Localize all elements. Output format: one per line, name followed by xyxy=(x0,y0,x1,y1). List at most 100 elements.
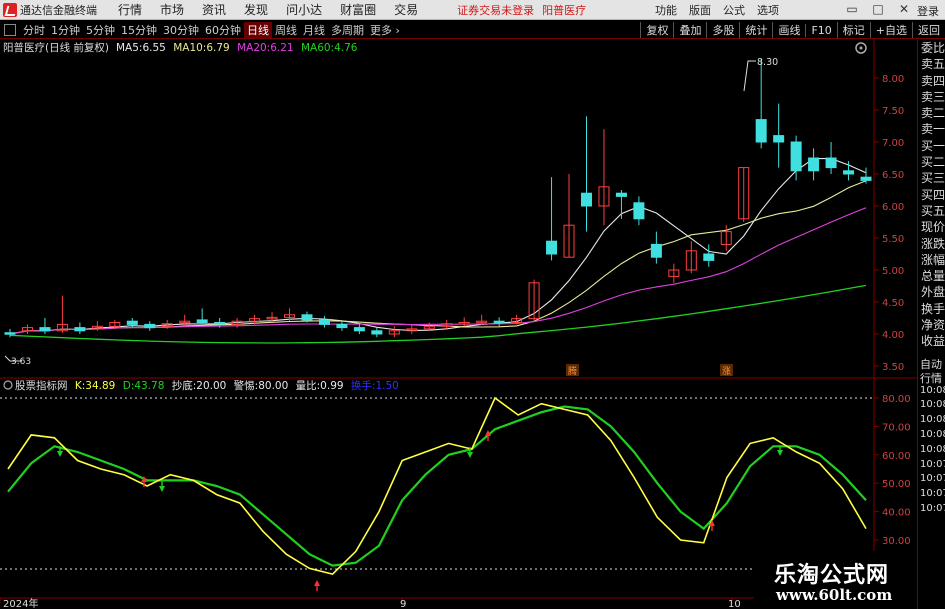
candle-body xyxy=(318,319,330,325)
kd-lines xyxy=(7,396,867,575)
ma10-value: 6.79 xyxy=(206,42,229,54)
ma5-label: MA5: xyxy=(116,42,142,54)
y-tick-label: 6.00 xyxy=(882,202,904,213)
side-panel-item: 买二 xyxy=(921,155,945,170)
period-timeshare[interactable]: 分时 xyxy=(20,22,48,38)
period-5min[interactable]: 5分钟 xyxy=(83,22,118,38)
warn-value: 80.00 xyxy=(258,380,288,392)
menu-bar: 通达信金融终端 行情 市场 资讯 发现 问小达 财富圈 交易 证券交易未登录 阳… xyxy=(0,0,945,20)
candle-body xyxy=(580,192,592,207)
y-tick-label: 5.50 xyxy=(882,234,904,245)
layout-icon[interactable] xyxy=(4,23,16,36)
candle-body xyxy=(493,320,505,324)
side-panel-item: 卖四 xyxy=(921,73,945,88)
candle-body xyxy=(301,314,313,321)
side-panel-item: 买五 xyxy=(921,203,945,218)
trade-status[interactable]: 证券交易未登录 xyxy=(457,2,534,18)
menu-item-market[interactable]: 市场 xyxy=(151,1,193,18)
d-value: 43.78 xyxy=(134,380,164,392)
indicator-y-tick-label: 70.00 xyxy=(882,422,911,433)
tool-multi-stock[interactable]: 多股 xyxy=(706,22,739,38)
tool-add-watchlist[interactable]: +自选 xyxy=(869,22,912,38)
tool-back[interactable]: 返回 xyxy=(912,22,945,38)
side-panel-item: 涨幅 xyxy=(921,252,945,267)
indicator-header: 股票指标网 K:34.89 D:43.78 抄底:20.00 警惕:80.00 … xyxy=(3,379,399,392)
candle-body xyxy=(843,170,855,175)
tool-statistics[interactable]: 统计 xyxy=(739,22,772,38)
tool-mark[interactable]: 标记 xyxy=(836,22,870,38)
side-panel-item: 现价 xyxy=(921,220,945,235)
side-panel-item: 卖二 xyxy=(921,106,945,121)
chart-area[interactable]: 阳普医疗(日线 前复权) MA5:6.55 MA10:6.79 MA20:6.2… xyxy=(0,39,917,609)
time-axis: 2024年 9 10 xyxy=(0,597,741,609)
tool-adjust[interactable]: 复权 xyxy=(640,22,673,38)
candle-body xyxy=(790,141,802,172)
maximize-icon[interactable]: □ xyxy=(871,2,885,16)
period-weekly[interactable]: 周线 xyxy=(272,22,300,38)
sell-arrow-icon xyxy=(467,452,473,458)
period-1min[interactable]: 1分钟 xyxy=(48,22,83,38)
ma20-value: 6.21 xyxy=(270,42,293,54)
tool-f10[interactable]: F10 xyxy=(805,23,836,37)
main-chart-title: 阳普医疗(日线 前复权) xyxy=(3,41,109,54)
menu-item-wealth[interactable]: 财富圈 xyxy=(331,1,385,18)
tool-overlay[interactable]: 叠加 xyxy=(673,22,706,38)
indicator-y-axis: 80.00 70.00 60.00 50.00 40.00 30.00 xyxy=(874,394,911,547)
close-icon[interactable]: ✕ xyxy=(897,2,911,16)
ma60-value: 4.76 xyxy=(334,42,358,54)
main-y-axis: 8.00 7.50 7.00 6.50 6.00 5.50 5.00 4.50 4.00 3.50 xyxy=(874,74,904,373)
stock-name-title: 阳普医疗 xyxy=(542,3,587,17)
menu-item-discover[interactable]: 发现 xyxy=(235,1,277,18)
period-15min[interactable]: 15分钟 xyxy=(118,22,160,38)
menu-item-quotes[interactable]: 行情 xyxy=(109,1,151,18)
indicator-legend: 股票指标网 K:34.89 D:43.78 抄底:20.00 警惕:80.00 … xyxy=(15,379,399,392)
time-label-10: 10 xyxy=(728,599,741,609)
extra-value: 1.50 xyxy=(375,380,398,392)
menu-formula[interactable]: 公式 xyxy=(717,2,751,18)
side-panel-item: 买三 xyxy=(921,171,945,186)
ma60-line xyxy=(9,284,867,344)
minimize-icon[interactable]: ▭ xyxy=(845,2,859,16)
period-60min[interactable]: 60分钟 xyxy=(202,22,244,38)
candle-body xyxy=(353,327,365,332)
candle-body xyxy=(74,327,86,332)
d-label: D: xyxy=(123,380,135,392)
period-monthly[interactable]: 月线 xyxy=(300,22,328,38)
buy-arrow-icon xyxy=(314,580,320,586)
tick-time: 10:07 xyxy=(920,473,945,485)
ratio-label: 量比: xyxy=(296,379,321,392)
period-30min[interactable]: 30分钟 xyxy=(160,22,202,38)
candle-body xyxy=(860,176,872,181)
period-daily[interactable]: 日线 xyxy=(244,21,272,38)
tick-time: 10:07 xyxy=(920,503,945,515)
period-multi[interactable]: 多周期 xyxy=(328,22,367,38)
auto-label[interactable]: 自动 xyxy=(918,356,945,371)
quote-side-panel: 委比 卖五 卖四 卖三 卖二 卖一 买一 买二 买三 买四 买五 现价 涨跌 涨幅 总量 外盘 换手 净资 收益 自… xyxy=(917,40,945,609)
y-tick-label: 7.50 xyxy=(882,106,904,117)
login-button[interactable]: 登录 xyxy=(917,3,939,19)
menu-layout[interactable]: 版面 xyxy=(683,2,717,18)
menu-item-trade[interactable]: 交易 xyxy=(385,1,427,18)
k-value: 34.89 xyxy=(85,380,115,392)
indicator-settings-icon[interactable] xyxy=(3,380,13,390)
tick-time: 10:07 xyxy=(920,458,945,470)
candle-body xyxy=(4,332,16,335)
signal-tag-2: 涨 xyxy=(720,364,733,377)
candle-body xyxy=(755,119,767,143)
candle-body xyxy=(196,319,208,323)
y-tick-label: 4.50 xyxy=(882,298,904,309)
indicator-y-tick-label: 50.00 xyxy=(882,479,911,490)
candle-body xyxy=(808,157,820,172)
y-tick-label: 4.00 xyxy=(882,330,904,341)
y-tick-label: 7.00 xyxy=(882,138,904,149)
tool-draw-line[interactable]: 画线 xyxy=(772,22,805,38)
menu-options[interactable]: 选项 xyxy=(751,2,785,18)
settings-gear-icon[interactable] xyxy=(855,42,867,54)
side-panel-item: 买一 xyxy=(921,138,945,153)
menu-function[interactable]: 功能 xyxy=(649,2,683,18)
menu-item-news[interactable]: 资讯 xyxy=(193,1,235,18)
signal-tag-1: 腾 xyxy=(566,364,579,377)
period-more[interactable]: 更多 › xyxy=(367,22,403,38)
ma20-label: MA20: xyxy=(237,42,270,54)
menu-item-ask[interactable]: 问小达 xyxy=(277,1,331,18)
